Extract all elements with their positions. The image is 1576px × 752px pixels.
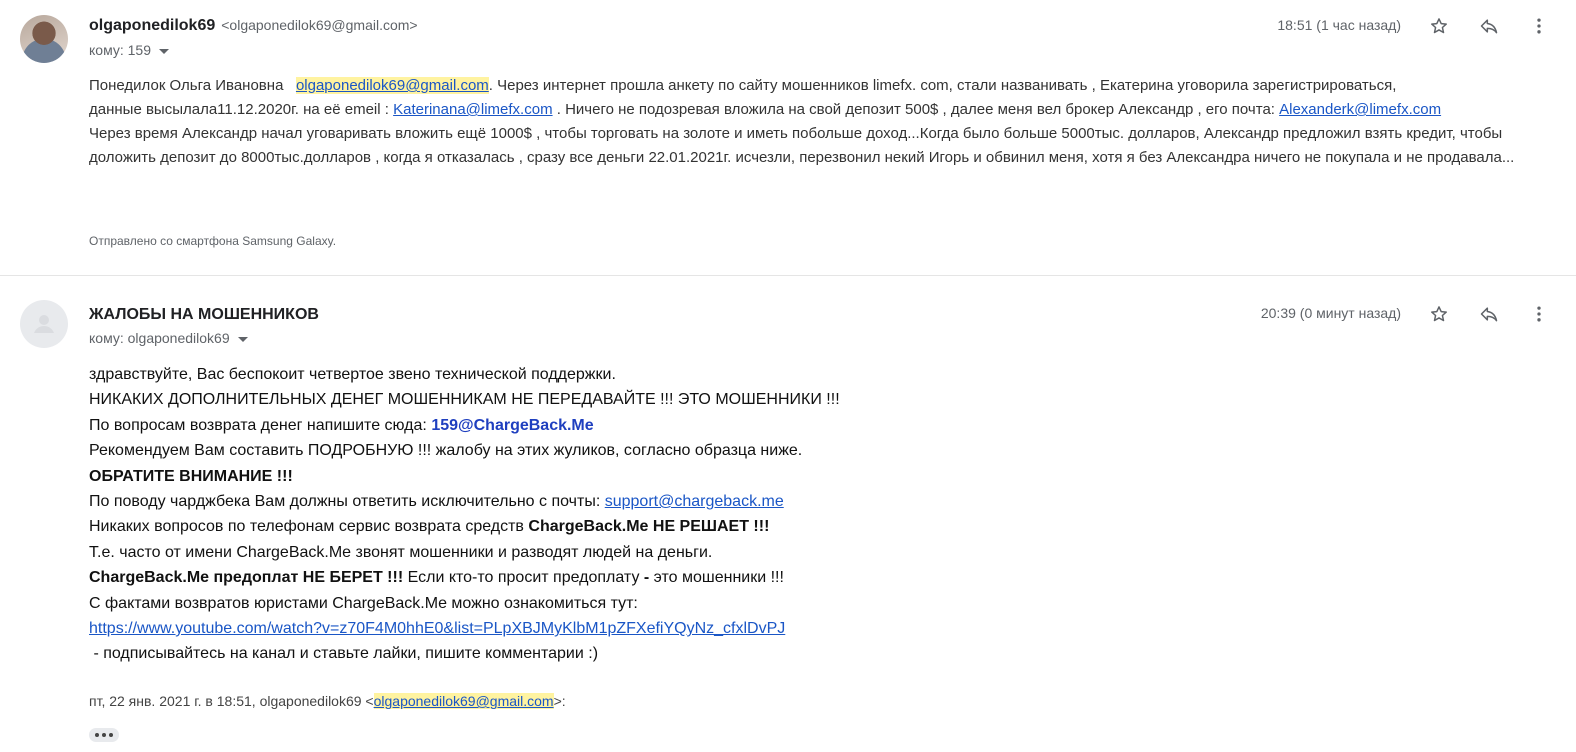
sender-email-link[interactable]: olgaponedilok69@gmail.com xyxy=(296,77,489,94)
message-2: ЖАЛОБЫ НА МОШЕННИКОВ кому: olgaponedilok… xyxy=(0,276,1576,752)
message-timestamp: 18:51 (1 час назад) xyxy=(1277,17,1401,33)
message-timestamp: 20:39 (0 минут назад) xyxy=(1260,305,1401,321)
show-trimmed-content-icon[interactable] xyxy=(89,728,119,742)
sender-email: <olgaponedilok69@gmail.com> xyxy=(221,17,418,33)
body-line: Т.е. часто от имени ChargeBack.Me звонят… xyxy=(89,543,713,561)
sender-name-text[interactable]: olgaponedilok69 xyxy=(89,17,215,34)
body-line: По вопросам возврата денег напишите сюда… xyxy=(89,413,1189,438)
body-text: . Ничего не подозревая вложила на свой д… xyxy=(556,101,1275,118)
quote-prefix: пт, 22 янв. 2021 г. в 18:51, olgaponedil… xyxy=(89,693,374,709)
body-line: Никаких вопросов по телефонам сервис воз… xyxy=(89,514,1189,539)
body-bold-text: ChargeBack.Me НЕ РЕШАЕТ !!! xyxy=(528,518,770,536)
recipient-text: кому: 159 xyxy=(89,42,151,58)
highlighted-email: olgaponedilok69@gmail.com xyxy=(295,77,489,94)
body-bold-text: ChargeBack.Me предоплат НЕ БЕРЕТ !!! xyxy=(89,569,404,587)
chevron-down-icon[interactable] xyxy=(237,336,248,342)
body-text: Никаких вопросов по телефонам сервис воз… xyxy=(89,518,524,536)
body-text: данные высылала11.12.2020г. на её emeil … xyxy=(89,101,389,118)
message-1: olgaponedilok69 <olgaponedilok69@gmail.co… xyxy=(0,0,1576,275)
signature: Отправлено со смартфона Samsung Galaxy. xyxy=(89,234,337,248)
body-text: Через время Александр начал уговаривать … xyxy=(89,125,1515,166)
body-line: https://www.youtube.com/watch?v=z70F4M0h… xyxy=(89,616,1189,641)
chevron-down-icon[interactable] xyxy=(159,48,169,54)
person-icon xyxy=(34,315,54,333)
quote-suffix: >: xyxy=(553,693,566,709)
highlighted-email: olgaponedilok69@gmail.com xyxy=(373,693,554,709)
body-line: По поводу чарджбека Вам должны ответить … xyxy=(89,489,1189,514)
body-line: С фактами возвратов юристами ChargeBack.… xyxy=(89,594,638,612)
chargeback-email: 159@ChargeBack.Me xyxy=(431,416,594,434)
body-text: Если кто-то просит предоплату xyxy=(407,569,640,587)
reply-icon[interactable] xyxy=(1477,302,1501,326)
body-line: ChargeBack.Me предоплат НЕ БЕРЕТ !!! Есл… xyxy=(89,565,1189,590)
body-line: - подписывайтесь на канал и ставьте лайк… xyxy=(89,645,599,663)
quote-header: пт, 22 янв. 2021 г. в 18:51, olgaponedil… xyxy=(89,693,566,709)
body-line: НИКАКИХ ДОПОЛНИТЕЛЬНЫХ ДЕНЕГ МОШЕННИКАМ … xyxy=(89,391,840,409)
body-text: . Через интернет прошла анкету по сайту … xyxy=(488,77,1397,94)
quote-email-link[interactable]: olgaponedilok69@gmail.com xyxy=(374,693,554,709)
alexander-email-link[interactable]: Alexanderk@limefx.com xyxy=(1279,101,1441,118)
recipient-line[interactable]: кому: 159 xyxy=(89,42,169,58)
body-line: ОБРАТИТЕ ВНИМАНИЕ !!! xyxy=(89,467,293,485)
body-line: здравствуйте, Вас беспокоит четвертое зв… xyxy=(89,366,616,383)
body-line: Рекомендуем Вам составить ПОДРОБНУЮ !!! … xyxy=(89,442,803,460)
youtube-link[interactable]: https://www.youtube.com/watch?v=z70F4M0h… xyxy=(89,620,785,637)
sender-name[interactable]: ЖАЛОБЫ НА МОШЕННИКОВ xyxy=(89,306,319,324)
sender-name[interactable]: olgaponedilok69 <olgaponedilok69@gmail.co… xyxy=(89,17,418,35)
reply-icon[interactable] xyxy=(1477,14,1501,38)
body-text: По вопросам возврата денег напишите сюда… xyxy=(89,416,427,434)
body-text: Понедилок Ольга Ивановна xyxy=(89,77,284,94)
star-icon[interactable] xyxy=(1427,14,1451,38)
support-email-link[interactable]: support@chargeback.me xyxy=(605,493,784,510)
recipient-text: кому: olgaponedilok69 xyxy=(89,330,230,346)
message-body: Понедилок Ольга Ивановна olgaponedilok69… xyxy=(89,74,1554,170)
katerina-email-link[interactable]: Katerinana@limefx.com xyxy=(393,101,552,118)
star-icon[interactable] xyxy=(1427,302,1451,326)
sender-avatar[interactable] xyxy=(20,300,68,348)
recipient-line[interactable]: кому: olgaponedilok69 xyxy=(89,330,248,346)
sender-avatar[interactable] xyxy=(20,15,68,63)
more-vert-icon[interactable] xyxy=(1527,14,1551,38)
body-text: По поводу чарджбека Вам должны ответить … xyxy=(89,493,601,511)
more-vert-icon[interactable] xyxy=(1527,302,1551,326)
body-text: это мошенники !!! xyxy=(653,569,784,587)
message-body: здравствуйте, Вас беспокоит четвертое зв… xyxy=(89,362,1189,667)
body-bold-text: - xyxy=(643,569,650,587)
